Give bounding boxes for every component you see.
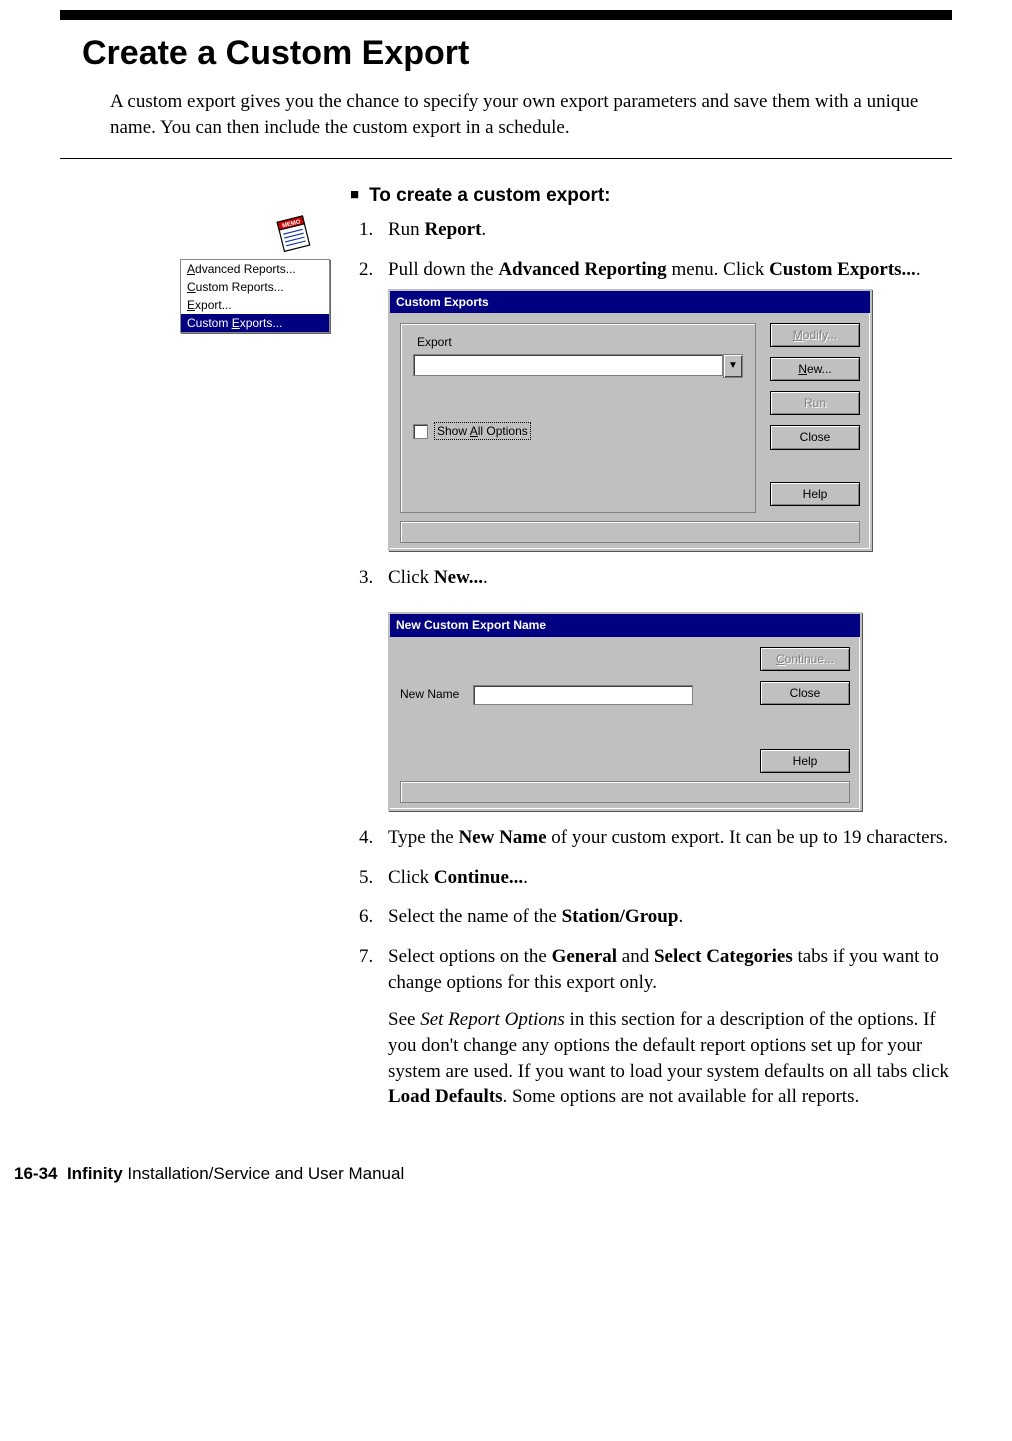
export-combo[interactable]: ▼: [413, 354, 743, 376]
step-bold: New Name: [458, 827, 546, 848]
memo-icon: MEMO: [270, 211, 350, 253]
page-number: 16-34: [14, 1164, 57, 1183]
status-bar: [400, 521, 860, 543]
step-text: .: [483, 567, 488, 588]
bullet-square-icon: ■: [350, 186, 359, 203]
help-button[interactable]: Help: [770, 482, 860, 506]
run-button[interactable]: Run: [770, 391, 860, 415]
page-footer: 16-34 Infinity Installation/Service and …: [0, 1164, 1012, 1184]
step-bold: General: [552, 946, 617, 967]
step-6: Select the name of the Station/Group.: [378, 904, 952, 930]
step-text: .: [916, 259, 921, 280]
step-text: Select the name of the: [388, 906, 562, 927]
custom-exports-dialog: Custom Exports Export ▼: [388, 289, 872, 551]
close-button[interactable]: Close: [760, 681, 850, 705]
step-bold: Continue...: [434, 867, 523, 888]
menu-item[interactable]: Custom Exports...: [181, 314, 329, 332]
section-divider: [60, 158, 952, 159]
step-text: Run: [388, 219, 424, 240]
step-text: .: [678, 906, 683, 927]
step-text: Pull down the: [388, 259, 498, 280]
help-button[interactable]: Help: [760, 749, 850, 773]
step-1: Run Report.: [378, 217, 952, 243]
procedure-heading-text: To create a custom export:: [369, 185, 610, 206]
dialog-title: Custom Exports: [390, 291, 870, 313]
step-bold: Select Categories: [654, 946, 793, 967]
show-all-options-label: Show All Options: [434, 422, 531, 440]
intro-paragraph: A custom export gives you the chance to …: [110, 89, 952, 140]
step-text: Click: [388, 867, 434, 888]
procedure-heading: ■ To create a custom export:: [350, 185, 952, 207]
product-name: Infinity: [67, 1164, 123, 1183]
step-bold: Station/Group: [562, 906, 679, 927]
step-text: Type the: [388, 827, 458, 848]
modify-button[interactable]: Modify...: [770, 323, 860, 347]
new-name-label: New Name: [400, 686, 459, 702]
step-2: Pull down the Advanced Reporting menu. C…: [378, 257, 952, 551]
step-text: See: [388, 1009, 420, 1030]
step-bold: Advanced Reporting: [498, 259, 666, 280]
advanced-reporting-menu: Advanced Reports...Custom Reports...Expo…: [180, 259, 330, 333]
export-combo-input[interactable]: [413, 354, 723, 376]
step-text: . Some options are not available for all…: [503, 1086, 860, 1107]
continue-button[interactable]: Continue...: [760, 647, 850, 671]
step-3: Click New.... New Custom Export Name New…: [378, 565, 952, 811]
step-text: .: [523, 867, 528, 888]
new-name-input[interactable]: [473, 685, 693, 705]
dialog-title: New Custom Export Name: [390, 614, 860, 636]
show-all-options-checkbox[interactable]: [413, 424, 428, 439]
close-button[interactable]: Close: [770, 425, 860, 449]
menu-item[interactable]: Custom Reports...: [181, 278, 329, 296]
step-7: Select options on the General and Select…: [378, 944, 952, 1110]
step-4: Type the New Name of your custom export.…: [378, 825, 952, 851]
step-text: and: [617, 946, 654, 967]
new-button[interactable]: New...: [770, 357, 860, 381]
status-bar: [400, 781, 850, 803]
step-5: Click Continue....: [378, 865, 952, 891]
step-text: Select options on the: [388, 946, 552, 967]
menu-item[interactable]: Export...: [181, 296, 329, 314]
page-title: Create a Custom Export: [82, 34, 952, 73]
menu-item[interactable]: Advanced Reports...: [181, 260, 329, 278]
export-group: Export ▼ Show All Options: [400, 323, 756, 513]
export-label: Export: [417, 334, 743, 350]
step-text: menu. Click: [667, 259, 769, 280]
step-bold: Load Defaults: [388, 1086, 503, 1107]
footer-text: Installation/Service and User Manual: [123, 1164, 405, 1183]
new-custom-export-name-dialog: New Custom Export Name New Name Continue…: [388, 612, 862, 811]
step-bold: Report: [424, 219, 481, 240]
chevron-down-icon[interactable]: ▼: [723, 354, 743, 378]
header-rule: [60, 10, 952, 20]
step-text: Click: [388, 567, 434, 588]
step-bold: New...: [434, 567, 483, 588]
step-text: of your custom export. It can be up to 1…: [547, 827, 949, 848]
step-bold: Custom Exports...: [769, 259, 916, 280]
step-text: .: [481, 219, 486, 240]
step-italic: Set Report Options: [420, 1009, 565, 1030]
